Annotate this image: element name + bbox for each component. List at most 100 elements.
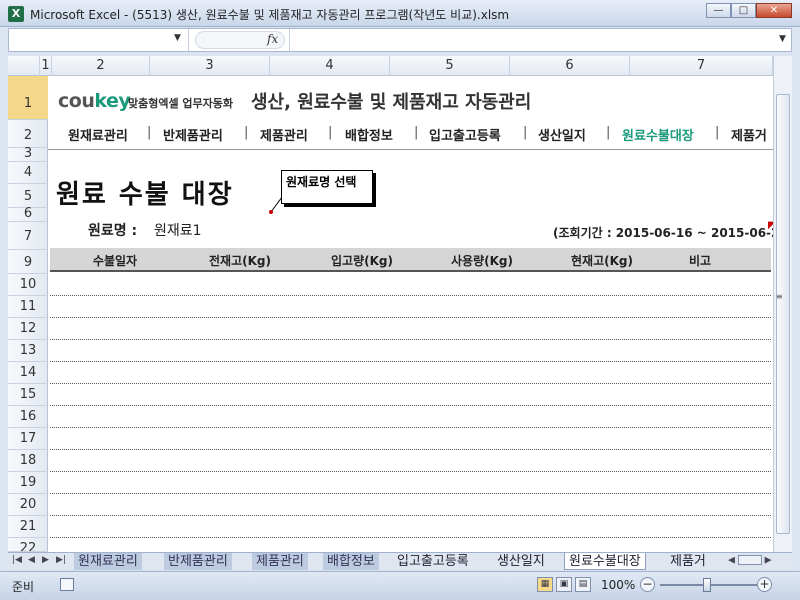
table-row[interactable] (50, 472, 771, 494)
column-header[interactable]: 3 (150, 56, 270, 76)
column-header[interactable]: 2 (52, 56, 150, 76)
prev-sheet-icon[interactable]: ◀ (28, 555, 35, 565)
select-all-corner[interactable] (8, 56, 40, 76)
column-header-inbound: 입고량(Kg) (331, 254, 393, 268)
scroll-left-icon[interactable]: ◀ (728, 556, 735, 566)
first-sheet-icon[interactable]: |◀ (12, 555, 22, 565)
expand-formula-bar-icon[interactable]: ▼ (779, 34, 786, 44)
row-header[interactable]: 17 (8, 428, 48, 450)
sheet-tab[interactable]: 제품거 (666, 553, 724, 570)
row-header[interactable]: 12 (8, 318, 48, 340)
name-box[interactable] (9, 29, 189, 51)
row-header[interactable]: 18 (8, 450, 48, 472)
row-header[interactable]: 5 (8, 184, 48, 208)
table-row[interactable] (50, 274, 771, 296)
sheet-tab[interactable]: 입고출고등록 (393, 553, 473, 570)
close-button[interactable]: ✕ (756, 3, 792, 18)
zoom-slider-thumb[interactable] (703, 578, 711, 592)
sheet-tab[interactable]: 원재료관리 (74, 553, 142, 570)
row-header[interactable]: 7 (8, 222, 48, 250)
nav-semi-products[interactable]: 반제품관리 (163, 125, 223, 144)
table-row[interactable] (50, 450, 771, 472)
row-header[interactable]: 16 (8, 406, 48, 428)
table-row[interactable] (50, 384, 771, 406)
chevron-down-icon[interactable]: ▼ (174, 33, 181, 43)
row-header[interactable]: 15 (8, 384, 48, 406)
row-header[interactable]: 10 (8, 274, 48, 296)
zoom-in-button[interactable]: + (757, 577, 772, 592)
nav-mix-info[interactable]: 배합정보 (345, 125, 393, 144)
table-row[interactable] (50, 296, 771, 318)
nav-in-out-register[interactable]: 입고출고등록 (429, 125, 501, 144)
nav-material-ledger[interactable]: 원료수불대장 (622, 125, 694, 144)
column-header[interactable]: 6 (510, 56, 630, 76)
row-header[interactable]: 6 (8, 207, 48, 222)
status-bar: 준비 ▦ ▣ ▤ 100% − + (0, 571, 800, 600)
column-header[interactable]: 1 (40, 56, 52, 76)
sheet-tab[interactable]: 생산일지 (493, 553, 549, 570)
nav-separator: | (414, 125, 419, 140)
row-header[interactable]: 4 (8, 162, 48, 184)
scroll-thumb[interactable] (737, 555, 762, 565)
row-header[interactable]: 11 (8, 296, 48, 318)
row-header[interactable]: 22 (8, 538, 48, 552)
row-header[interactable]: 13 (8, 340, 48, 362)
vertical-scrollbar[interactable]: ≡ (773, 56, 792, 552)
sheet-tab[interactable]: 배합정보 (323, 553, 379, 570)
page-title: 원료 수불 대장 (56, 180, 234, 210)
row-header[interactable]: 3 (8, 147, 48, 162)
period-range: (조회기간 : 2015-06-16 ~ 2015-06-29) (553, 226, 773, 240)
row-header[interactable]: 20 (8, 494, 48, 516)
table-row[interactable] (50, 428, 771, 450)
nav-production-log[interactable]: 생산일지 (538, 125, 586, 144)
grip-icon: ≡ (776, 292, 783, 301)
status-ready: 준비 (12, 580, 35, 594)
column-header[interactable]: 4 (270, 56, 390, 76)
sheet-tab-active[interactable]: 원료수불대장 (564, 553, 646, 570)
horizontal-scrollbar[interactable]: ◀ ▶ (728, 555, 786, 569)
maximize-button[interactable]: □ (731, 3, 756, 18)
excel-app-icon[interactable]: X (8, 6, 24, 22)
row-header[interactable]: 21 (8, 516, 48, 538)
formula-input[interactable] (289, 29, 779, 51)
table-row[interactable] (50, 362, 771, 384)
vertical-scroll-thumb[interactable] (776, 94, 790, 534)
nav-product-trade[interactable]: 제품거 (731, 125, 767, 144)
scroll-right-icon[interactable]: ▶ (765, 556, 772, 566)
row-header[interactable]: 2 (8, 120, 48, 148)
worksheet[interactable]: coukey 맞춤형엑셀 업무자동화 생산, 원료수불 및 제품재고 자동관리 … (48, 76, 773, 552)
minimize-button[interactable]: — (706, 3, 731, 18)
brand-prefix: cou (58, 90, 95, 112)
sheet-tab[interactable]: 제품관리 (252, 553, 308, 570)
macro-record-icon[interactable] (60, 578, 74, 591)
normal-view-icon[interactable]: ▦ (537, 577, 553, 592)
column-header-date: 수불일자 (92, 254, 138, 268)
last-sheet-icon[interactable]: ▶| (56, 555, 66, 565)
row-header[interactable]: 14 (8, 362, 48, 384)
nav-products[interactable]: 제품관리 (260, 125, 308, 144)
row-headers: 1 2 3 4 5 6 7 9 10 11 12 13 14 15 16 17 … (8, 76, 48, 552)
zoom-level[interactable]: 100% (601, 578, 635, 592)
table-row[interactable] (50, 318, 771, 340)
page-layout-view-icon[interactable]: ▣ (556, 577, 572, 592)
row-header[interactable]: 1 (8, 76, 48, 120)
table-row[interactable] (50, 516, 771, 538)
row-header[interactable]: 9 (8, 250, 48, 274)
zoom-out-button[interactable]: − (640, 577, 655, 592)
nav-raw-materials[interactable]: 원재료관리 (68, 125, 128, 144)
sheet-tab[interactable]: 반제품관리 (164, 553, 232, 570)
header-title: 생산, 원료수불 및 제품재고 자동관리 (251, 92, 532, 113)
table-row[interactable] (50, 406, 771, 428)
row-header[interactable]: 19 (8, 472, 48, 494)
column-header[interactable]: 5 (390, 56, 510, 76)
next-sheet-icon[interactable]: ▶ (42, 555, 49, 565)
table-row[interactable] (50, 494, 771, 516)
nav-menu: 원재료관리 | 반제품관리 | 제품관리 | 배합정보 | 입고출고등록 | 생… (48, 122, 773, 144)
material-select[interactable]: 원재료1 (154, 220, 202, 240)
formula-bar: ▼ fx ▼ (8, 28, 792, 52)
page-break-preview-icon[interactable]: ▤ (575, 577, 591, 592)
column-header[interactable]: 7 (630, 56, 773, 76)
insert-function-icon[interactable]: fx (267, 32, 278, 46)
column-header-note: 비고 (688, 254, 712, 268)
table-row[interactable] (50, 340, 771, 362)
